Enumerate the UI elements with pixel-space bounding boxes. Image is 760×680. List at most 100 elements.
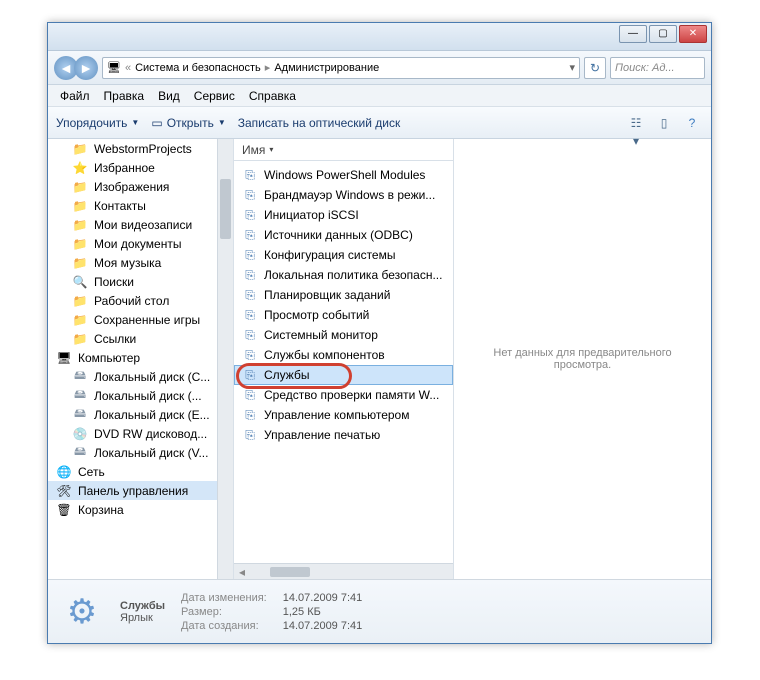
list-item[interactable]: ⎘Локальная политика безопасн... [234, 265, 453, 285]
menubar: Файл Правка Вид Сервис Справка [48, 85, 711, 107]
tree-item-label: Поиски [94, 275, 134, 289]
list-item[interactable]: ⎘Системный монитор [234, 325, 453, 345]
shortcut-icon: ⎘ [242, 207, 258, 223]
tree-item[interactable]: 📁Мои видеозаписи [48, 215, 233, 234]
breadcrumb-dropdown-icon[interactable]: ▾ [569, 61, 575, 74]
folder-icon: 📁 [72, 236, 88, 252]
shortcut-icon: ⎘ [242, 367, 258, 383]
list-item[interactable]: ⎘Управление компьютером [234, 405, 453, 425]
menu-help[interactable]: Справка [243, 87, 302, 105]
list-item[interactable]: ⎘Планировщик заданий [234, 285, 453, 305]
maximize-button[interactable]: ▢ [649, 25, 677, 43]
drive-icon: 🖴 [72, 388, 88, 404]
tree-item-label: Мои документы [94, 237, 181, 251]
tree-item[interactable]: 📁 Мои документы [48, 234, 233, 253]
list-item[interactable]: ⎘ Источники данных (ODBC) [234, 225, 453, 245]
list-item[interactable]: ⎘Службы [234, 365, 453, 385]
file-list: Имя ▾ ⎘Windows PowerShell Modules⎘Брандм… [234, 139, 454, 579]
list-item[interactable]: ⎘Просмотр событий [234, 305, 453, 325]
tree-item[interactable]: 💿 DVD RW дисковод... [48, 424, 233, 443]
organize-button[interactable]: Упорядочить▼ [56, 116, 139, 130]
list-item[interactable]: ⎘Инициатор iSCSI [234, 205, 453, 225]
list-item-label: Источники данных (ODBC) [264, 228, 413, 242]
shortcut-icon: ⎘ [242, 287, 258, 303]
list-item-label: Локальная политика безопасн... [264, 268, 442, 282]
chevron-down-icon: ▼ [131, 118, 139, 127]
refresh-button[interactable]: ↻ [584, 57, 606, 79]
breadcrumb-segment[interactable]: Администрирование [274, 62, 379, 74]
tree-item-label: Рабочий стол [94, 294, 169, 308]
list-item[interactable]: ⎘ Управление печатью [234, 425, 453, 445]
shortcut-icon: ⎘ [242, 407, 258, 423]
column-header-name[interactable]: Имя ▾ [234, 139, 453, 161]
list-item[interactable]: ⎘Брандмауэр Windows в режи... [234, 185, 453, 205]
tree-item[interactable]: 🖴Локальный диск (... [48, 386, 233, 405]
tree-item[interactable]: 📁Рабочий стол [48, 291, 233, 310]
details-created: 14.07.2009 7:41 [283, 620, 363, 632]
tree-item[interactable]: 📁Сохраненные игры [48, 310, 233, 329]
menu-view[interactable]: Вид [152, 87, 186, 105]
search-input[interactable]: Поиск: Ад... [610, 57, 705, 79]
tree-item[interactable]: 🔍 Поиски [48, 272, 233, 291]
tree-item[interactable]: 🗑 Корзина [48, 500, 233, 519]
details-created-label: Дата создания: [181, 620, 267, 632]
search-icon: 🔍 [72, 274, 88, 290]
bin-icon: 🗑 [56, 502, 72, 518]
tree-item[interactable]: 🖥Компьютер [48, 348, 233, 367]
menu-tools[interactable]: Сервис [188, 87, 241, 105]
tree-item[interactable]: 📁Изображения [48, 177, 233, 196]
explorer-body: 📁WebstormProjects⭐Избранное📁Изображения📁… [48, 139, 711, 579]
minimize-button[interactable]: — [619, 25, 647, 43]
breadcrumb[interactable]: 🖥 « Система и безопасность ▸ Администрир… [102, 57, 580, 79]
computer-icon: 🖥 [56, 350, 72, 366]
cpanel-icon: 🛠 [56, 483, 72, 499]
scrollbar-horizontal[interactable]: ◂ [234, 563, 453, 579]
preview-pane-button[interactable]: ▯ [653, 113, 675, 133]
menu-file[interactable]: Файл [54, 87, 96, 105]
folder-icon: 📁 [72, 312, 88, 328]
tree-item[interactable]: 🖴Локальный диск (C... [48, 367, 233, 386]
folder-icon: 📁 [72, 255, 88, 271]
details-pane: ⚙ Службы Ярлык Дата изменения: 14.07.200… [48, 579, 711, 643]
tree-item[interactable]: 📁Ссылки [48, 329, 233, 348]
nav-forward-button[interactable]: ► [74, 56, 98, 80]
shortcut-icon: ⎘ [242, 227, 258, 243]
burn-button[interactable]: Записать на оптический диск [238, 116, 401, 130]
folder-icon: 📁 [72, 141, 88, 157]
shortcut-icon: ⎘ [242, 387, 258, 403]
view-mode-button[interactable]: ☷ ▾ [625, 113, 647, 133]
breadcrumb-segment[interactable]: Система и безопасность [135, 62, 261, 74]
list-item[interactable]: ⎘Конфигурация системы [234, 245, 453, 265]
folder-icon: 📁 [72, 217, 88, 233]
dvd-icon: 💿 [72, 426, 88, 442]
shortcut-icon: ⎘ [242, 427, 258, 443]
tree-item[interactable]: 🖴Локальный диск (E... [48, 405, 233, 424]
list-item[interactable]: ⎘Службы компонентов [234, 345, 453, 365]
tree-item-label: DVD RW дисковод... [94, 427, 207, 441]
tree-item[interactable]: ⭐Избранное [48, 158, 233, 177]
tree-item[interactable]: 📁 Моя музыка [48, 253, 233, 272]
tree-item-label: Моя музыка [94, 256, 161, 270]
tree-item[interactable]: 🛠Панель управления [48, 481, 233, 500]
tree-item[interactable]: 🌐Сеть [48, 462, 233, 481]
tree-item-label: Контакты [94, 199, 146, 213]
star-icon: ⭐ [72, 160, 88, 176]
menu-edit[interactable]: Правка [98, 87, 151, 105]
list-item[interactable]: ⎘Windows PowerShell Modules [234, 165, 453, 185]
sort-indicator-icon: ▾ [269, 145, 273, 154]
tree-item[interactable]: 📁 Контакты [48, 196, 233, 215]
list-item-label: Windows PowerShell Modules [264, 168, 425, 182]
scrollbar-vertical[interactable] [217, 139, 233, 579]
folder-icon: 📁 [72, 198, 88, 214]
close-button[interactable]: ✕ [679, 25, 707, 43]
help-button[interactable]: ? [681, 113, 703, 133]
list-item-label: Просмотр событий [264, 308, 369, 322]
open-button[interactable]: ▭ Открыть▼ [151, 116, 225, 130]
tree-item-label: Изображения [94, 180, 169, 194]
tree-item[interactable]: 🖴Локальный диск (V... [48, 443, 233, 462]
tree-item[interactable]: 📁WebstormProjects [48, 139, 233, 158]
chevron-right-icon: « [125, 62, 131, 74]
tree-item-label: Корзина [78, 503, 124, 517]
list-item-label: Управление печатью [264, 428, 380, 442]
list-item[interactable]: ⎘Средство проверки памяти W... [234, 385, 453, 405]
